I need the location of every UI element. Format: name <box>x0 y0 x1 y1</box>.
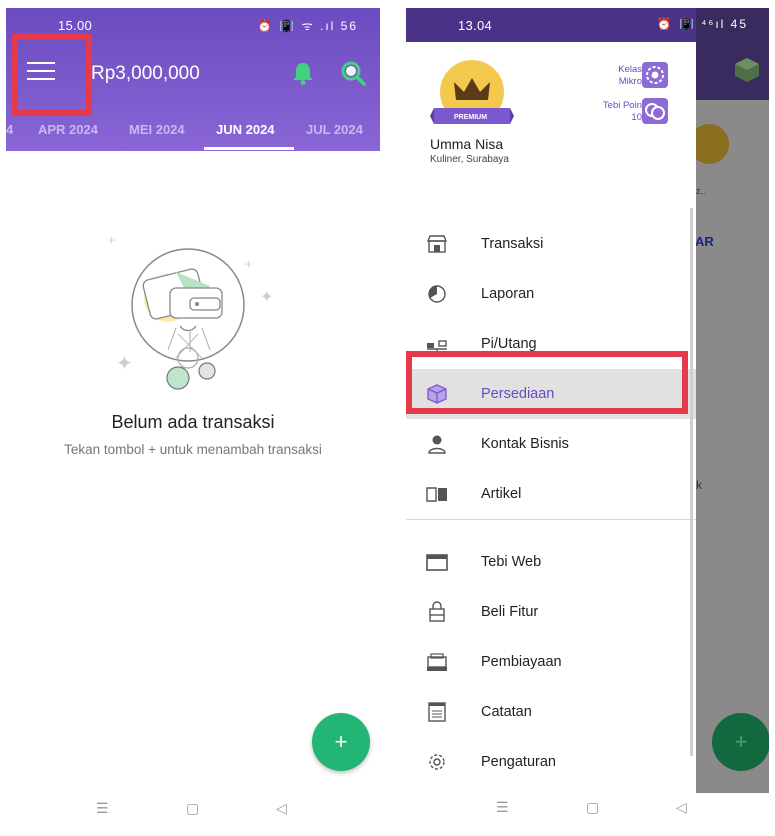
menu-label: Pengaturan <box>481 754 556 770</box>
menu-divider <box>406 519 696 520</box>
level-label-line-2: Mikro <box>618 76 642 87</box>
highlight-persediaan <box>406 351 688 414</box>
pie-chart-icon <box>428 285 446 303</box>
back-icon[interactable]: ◁ <box>276 800 287 817</box>
bell-icon[interactable] <box>290 60 316 86</box>
system-nav-bar-right: ☰ ▢ ◁ <box>406 793 769 821</box>
level-label-line-1: Kelas <box>618 64 642 75</box>
note-icon <box>428 702 446 722</box>
home-icon[interactable]: ▢ <box>186 800 199 817</box>
status-bar: 13.04 ⏰ 📳 ⁴⁶ıl 45 <box>406 8 746 42</box>
active-tab-indicator <box>204 147 294 150</box>
empty-state-title: Belum ada transaksi <box>111 412 275 432</box>
phone-screen-left: 15.00 ⏰ 📳 ᯤ .ıl 56 Rp3,000,000 4 APR 202… <box>6 8 380 793</box>
points-value: 10 <box>631 112 642 123</box>
balance-text: Rp3,000,000 <box>91 63 200 84</box>
level-label: Kelas Mikro <box>618 64 642 88</box>
bg-text: k <box>696 478 702 492</box>
points-label: Tebi Poin 10 <box>603 100 642 124</box>
status-icons: ⏰ 📳 ᯤ .ıl 56 <box>257 19 358 33</box>
user-name: Umma Nisa <box>430 136 504 152</box>
menu-label: Kontak Bisnis <box>481 436 569 452</box>
tab-jul-2024[interactable]: JUL 2024 <box>306 122 363 137</box>
drawer-header: 13.04 ⏰ 📳 ⁴⁶ıl 45 PREMIUM Umma Nisa Kuli… <box>406 8 746 196</box>
menu-label: Pembiayaan <box>481 654 562 670</box>
svg-text:✦: ✦ <box>116 353 133 375</box>
status-time: 13.04 <box>458 18 493 33</box>
gear-icon <box>429 754 445 770</box>
menu-label: Pi/Utang <box>481 336 537 352</box>
menu-item-pengaturan[interactable]: Pengaturan <box>406 737 696 787</box>
system-nav-bar-left: ☰ ▢ ◁ <box>6 800 380 836</box>
drawer-scrollbar[interactable] <box>690 208 693 756</box>
back-icon[interactable]: ◁ <box>676 799 687 816</box>
empty-wallet-illustration: + + ✦ ✦ <box>108 233 273 390</box>
money-icon <box>427 653 447 671</box>
empty-state-subtitle: Tekan tombol + untuk menambah transaksi <box>64 442 322 457</box>
bg-add-button: + <box>712 713 769 771</box>
tab-jun-2024[interactable]: JUN 2024 <box>216 122 275 137</box>
menu-item-artikel[interactable]: Artikel <box>406 469 696 519</box>
month-tabs: 4 APR 2024 MEI 2024 JUN 2024 JUL 2024 <box>6 118 380 151</box>
bag-icon <box>429 601 445 622</box>
menu-item-tebi-web[interactable]: Tebi Web <box>406 537 696 587</box>
store-icon <box>426 235 448 253</box>
bg-text: AR <box>695 234 714 249</box>
recent-apps-icon[interactable]: ☰ <box>496 799 509 816</box>
phone-screen-right: z.. AR k + 13.04 ⏰ 📳 ⁴⁶ıl 45 PREMIUM Umm… <box>406 8 769 793</box>
premium-badge-label: PREMIUM <box>454 114 488 121</box>
menu-item-catatan[interactable]: Catatan <box>406 687 696 737</box>
user-location: Kuliner, Surabaya <box>430 154 509 165</box>
navigation-drawer: 13.04 ⏰ 📳 ⁴⁶ıl 45 PREMIUM Umma Nisa Kuli… <box>406 8 746 793</box>
person-icon <box>428 435 446 454</box>
menu-item-laporan[interactable]: Laporan <box>406 269 696 319</box>
search-icon[interactable] <box>340 60 366 86</box>
menu-label: Tebi Web <box>481 554 542 570</box>
highlight-menu-button <box>12 34 92 116</box>
menu-item-beli-fitur[interactable]: Beli Fitur <box>406 587 696 637</box>
svg-text:+: + <box>108 233 115 247</box>
points-label-text: Tebi Poin <box>602 100 642 111</box>
box-icon <box>735 58 759 82</box>
tab-apr-2024[interactable]: APR 2024 <box>38 122 98 137</box>
home-icon[interactable]: ▢ <box>586 799 599 816</box>
menu-item-pembiayaan[interactable]: Pembiayaan <box>406 637 696 687</box>
add-transaction-button[interactable]: + <box>312 713 370 771</box>
menu-label: Laporan <box>481 286 535 302</box>
status-time: 15.00 <box>58 18 93 33</box>
level-badge-icon[interactable] <box>642 62 668 88</box>
status-icons: ⏰ 📳 ⁴⁶ıl 45 <box>656 17 748 31</box>
recent-apps-icon[interactable]: ☰ <box>96 800 109 817</box>
svg-text:✦: ✦ <box>260 289 273 306</box>
tab-mei-2024[interactable]: MEI 2024 <box>129 122 185 137</box>
tab-partial[interactable]: 4 <box>6 122 13 137</box>
book-icon <box>426 487 447 502</box>
svg-text:+: + <box>245 257 252 271</box>
browser-icon <box>426 554 448 571</box>
bg-text: z.. <box>696 186 706 196</box>
menu-label: Artikel <box>481 486 522 502</box>
menu-label: Catatan <box>481 704 532 720</box>
menu-item-transaksi[interactable]: Transaksi <box>406 219 696 269</box>
menu-item-kontak-bisnis[interactable]: Kontak Bisnis <box>406 419 696 469</box>
menu-label: Transaksi <box>481 236 544 252</box>
coins-icon[interactable] <box>642 98 668 124</box>
menu-label: Beli Fitur <box>481 604 539 620</box>
